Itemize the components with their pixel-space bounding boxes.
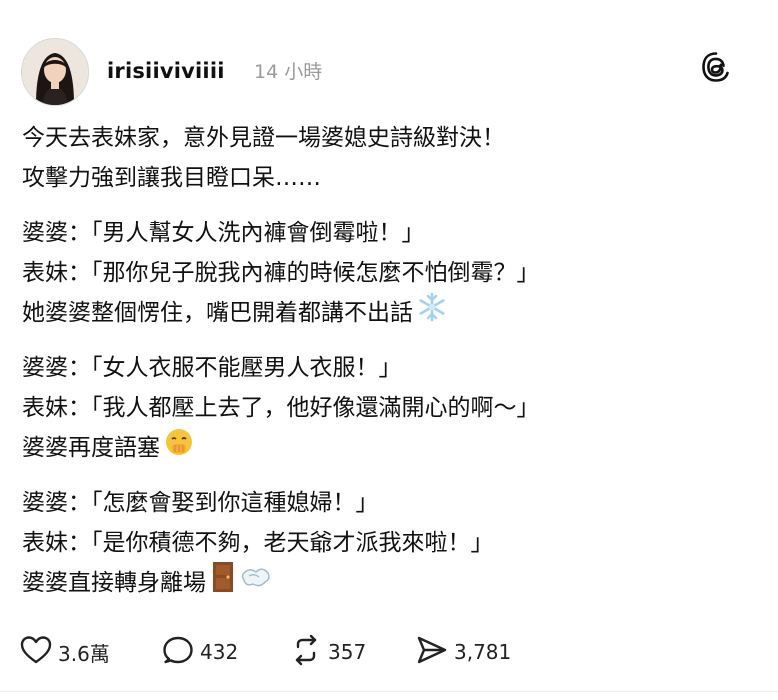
post-line: 今天去表妹家，意外見證一場婆媳史詩級對決！: [22, 125, 505, 151]
dashing-away-emoji-icon: [240, 563, 272, 604]
post-line: 婆婆：「男人幫女人洗內褲會倒霉啦！」: [22, 220, 425, 246]
avatar[interactable]: [21, 38, 89, 106]
post-line-text: 她婆婆整個愣住，嘴巴開着都講不出話: [22, 300, 413, 326]
door-emoji-icon: [210, 561, 236, 606]
paragraph-2: 婆婆：「男人幫女人洗內褲會倒霉啦！」 表妹：「那你兒子脫我內褲的時候怎麼不怕倒霉…: [22, 213, 722, 333]
paragraph-4: 婆婆：「怎麼會娶到你這種媳婦！」 表妹：「是你積德不夠，老天爺才派我來啦！」 婆…: [22, 483, 722, 603]
repost-button[interactable]: 357: [290, 632, 366, 672]
post-line-with-emoji: 婆婆直接轉身離場: [22, 561, 722, 606]
post-line-with-emoji: 她婆婆整個愣住，嘴巴開着都講不出話: [22, 292, 722, 335]
post-line-text: 婆婆再度語塞: [22, 435, 160, 461]
post-line: 表妹：「那你兒子脫我內褲的時候怎麼不怕倒霉？」: [22, 260, 540, 286]
post-line-text: 婆婆直接轉身離場: [22, 570, 206, 596]
post-line-with-emoji: 婆婆再度語塞: [22, 428, 722, 468]
post-line: 婆婆：「怎麼會娶到你這種媳婦！」: [22, 490, 379, 516]
paragraph-3: 婆婆：「女人衣服不能壓男人衣服！」 表妹：「我人都壓上去了，他好像還滿開心的啊～…: [22, 348, 722, 468]
repost-count: 357: [328, 640, 367, 664]
timestamp: 14 小時: [254, 61, 323, 83]
post-line: 攻擊力強到讓我目瞪口呆……: [22, 165, 321, 191]
divider: [0, 691, 778, 692]
post-line: 表妹：「我人都壓上去了，他好像還滿開心的啊～」: [22, 395, 540, 421]
threads-logo-icon[interactable]: [701, 51, 731, 83]
post-body: 今天去表妹家，意外見證一場婆媳史詩級對決！ 攻擊力強到讓我目瞪口呆…… 婆婆：「…: [22, 118, 722, 618]
post-actions: 3.6萬 432 357 3,781: [20, 632, 740, 672]
post-header: irisiiviviiii 14 小時: [21, 38, 729, 106]
post-line: 表妹：「是你積德不夠，老天爺才派我來啦！」: [22, 530, 494, 556]
share-button[interactable]: 3,781: [416, 632, 511, 672]
send-icon: [416, 635, 448, 669]
repost-icon: [290, 634, 322, 670]
username[interactable]: irisiiviviiii: [107, 57, 225, 85]
snowflake-emoji-icon: [417, 292, 447, 335]
paragraph-1: 今天去表妹家，意外見證一場婆媳史詩級對決！ 攻擊力強到讓我目瞪口呆……: [22, 118, 722, 198]
post-line: 婆婆：「女人衣服不能壓男人衣服！」: [22, 355, 402, 381]
like-count: 3.6萬: [58, 641, 110, 666]
like-button[interactable]: 3.6萬: [20, 632, 110, 672]
share-count: 3,781: [454, 640, 512, 664]
heart-icon: [20, 635, 52, 669]
reply-button[interactable]: 432: [162, 632, 238, 672]
reply-count: 432: [200, 640, 239, 664]
comment-icon: [162, 635, 194, 669]
face-with-hand-over-mouth-emoji-icon: [164, 427, 194, 470]
